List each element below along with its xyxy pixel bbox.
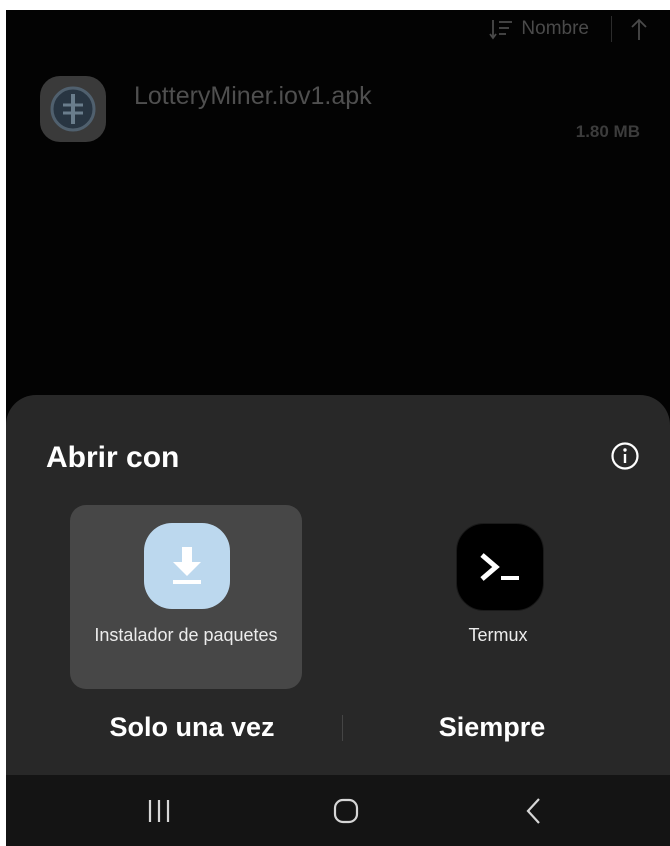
app-option-package-installer[interactable]: Instalador de paquetes <box>70 505 302 689</box>
home-icon[interactable] <box>326 793 366 829</box>
info-icon[interactable] <box>610 441 640 471</box>
action-row: Solo una vez Siempre <box>6 697 670 757</box>
recents-icon[interactable] <box>139 793 179 829</box>
back-icon[interactable] <box>514 793 554 829</box>
terminal-icon <box>456 523 544 611</box>
always-button[interactable]: Siempre <box>342 697 642 757</box>
sort-divider <box>611 16 612 42</box>
app-label: Termux <box>468 625 528 645</box>
apk-file-icon <box>40 76 106 142</box>
arrow-up-icon[interactable] <box>630 17 648 41</box>
app-label: Instalador de paquetes <box>94 625 278 645</box>
file-row[interactable]: LotteryMiner.iov1.apk 1.80 MB <box>40 76 646 156</box>
sort-icon[interactable] <box>489 18 513 40</box>
open-with-sheet: Abrir con Instalador de paquetes Termux … <box>6 395 670 775</box>
app-option-termux[interactable]: Termux <box>382 505 614 689</box>
just-once-button[interactable]: Solo una vez <box>42 697 342 757</box>
phone-screen: Nombre LotteryMiner.iov1.apk 1.80 MB Abr… <box>6 10 670 846</box>
sort-label[interactable]: Nombre <box>521 18 589 40</box>
navigation-bar <box>6 775 670 846</box>
file-size: 1.80 MB <box>575 122 640 141</box>
download-icon <box>144 523 230 609</box>
file-name: LotteryMiner.iov1.apk <box>134 82 372 110</box>
sheet-title: Abrir con <box>46 441 180 474</box>
sort-bar: Nombre <box>489 16 648 42</box>
